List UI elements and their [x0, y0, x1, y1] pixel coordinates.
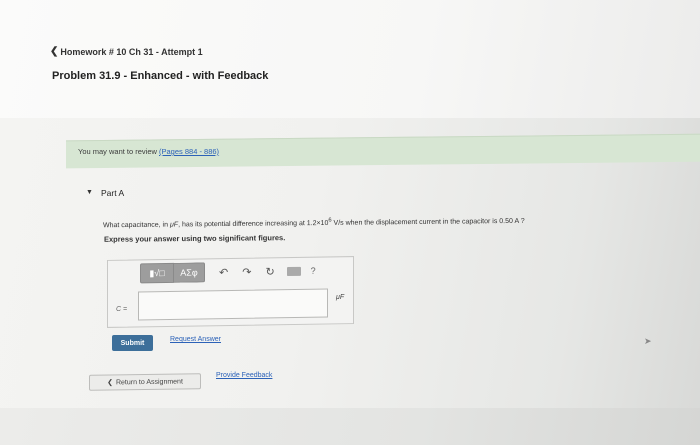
help-icon[interactable]: ? — [311, 266, 316, 276]
part-label[interactable]: Part A — [101, 188, 124, 198]
chevron-left-icon: ❮ — [107, 379, 113, 387]
mouse-cursor-icon: ➤ — [644, 336, 652, 346]
provide-feedback-link[interactable]: Provide Feedback — [216, 372, 272, 379]
footer-area — [0, 408, 700, 445]
answer-unit: μF — [336, 294, 345, 301]
submit-button[interactable]: Submit — [112, 335, 153, 351]
reset-icon[interactable]: ↻ — [265, 265, 274, 278]
page-title: Problem 31.9 - Enhanced - with Feedback — [52, 70, 269, 82]
answer-input[interactable] — [138, 288, 328, 321]
math-toolbar: ▮√□ ΑΣφ ↶ ↷ ↻ ? — [140, 261, 316, 284]
review-text: You may want to review (Pages 884 - 886) — [78, 147, 219, 156]
collapse-triangle-icon[interactable]: ▼ — [86, 189, 93, 196]
greek-symbols-button[interactable]: ΑΣφ — [174, 262, 205, 283]
return-to-assignment-button[interactable]: ❮ Return to Assignment — [89, 373, 201, 391]
question-unit: μF — [169, 221, 179, 229]
review-pages-link[interactable]: (Pages 884 - 886) — [159, 147, 219, 156]
breadcrumb[interactable]: ❮ Homework # 10 Ch 31 - Attempt 1 — [50, 46, 203, 57]
request-answer-link[interactable]: Request Answer — [170, 336, 221, 343]
return-label: Return to Assignment — [115, 377, 183, 386]
review-label: You may want to review — [78, 147, 160, 156]
part-header[interactable] — [66, 182, 700, 212]
undo-icon[interactable]: ↶ — [219, 265, 228, 278]
header-area — [0, 0, 700, 118]
breadcrumb-link[interactable]: Homework # 10 Ch 31 - Attempt 1 — [60, 47, 202, 57]
chevron-left-icon: ❮ — [50, 46, 59, 57]
question-segment: What capacitance, in — [103, 221, 170, 230]
templates-button[interactable]: ▮√□ — [140, 262, 174, 284]
redo-icon[interactable]: ↷ — [242, 265, 251, 278]
instruction-text: Express your answer using two significan… — [104, 233, 286, 244]
keyboard-icon[interactable] — [286, 266, 301, 276]
answer-variable-label: C = — [116, 306, 128, 313]
